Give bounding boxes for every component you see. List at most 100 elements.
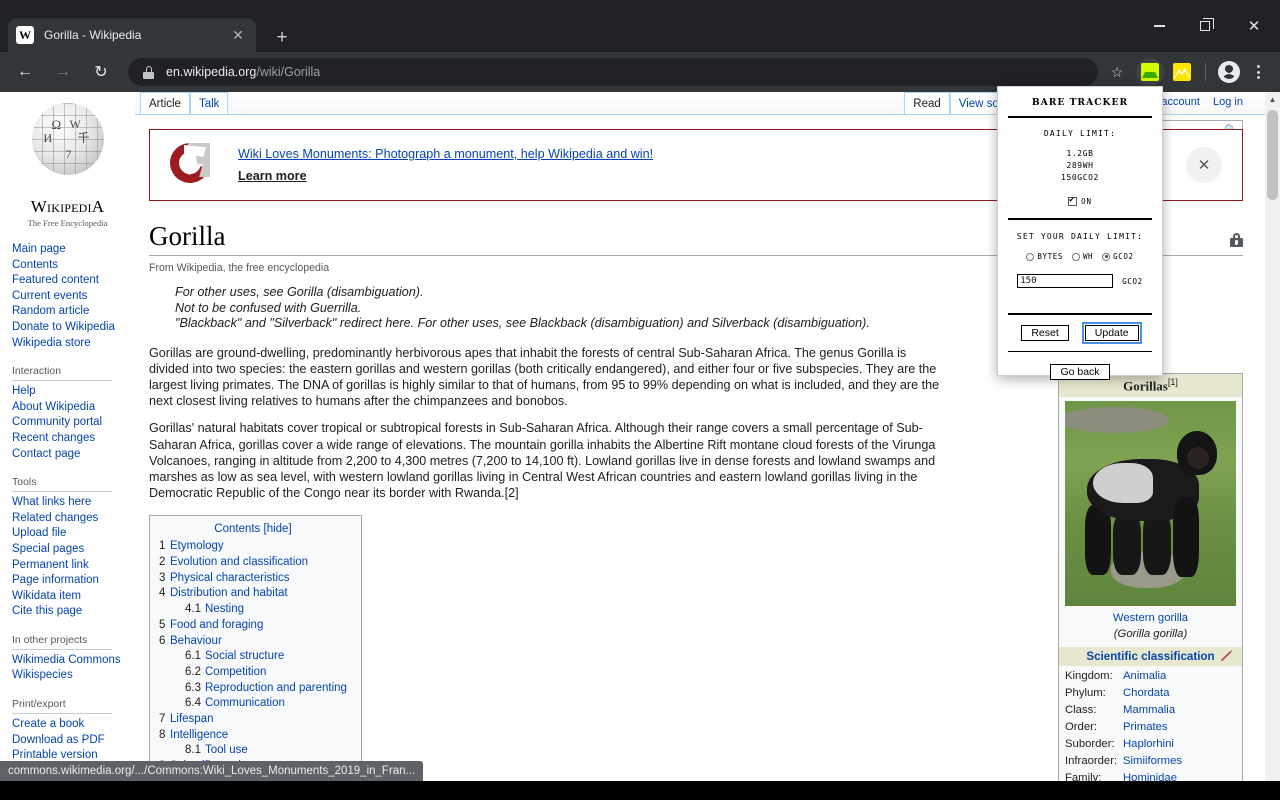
toc-link[interactable]: Reproduction and parenting	[205, 682, 347, 694]
sidebar-item-contents[interactable]: Contents	[12, 258, 135, 274]
toc-link[interactable]: Food and foraging	[170, 619, 263, 631]
toc-link[interactable]: Evolution and classification	[170, 556, 308, 568]
window-maximize-button[interactable]	[1182, 0, 1228, 52]
toc-item[interactable]: 8 Intelligence	[159, 728, 347, 744]
reset-button[interactable]: Reset	[1021, 324, 1069, 341]
toc-item[interactable]: 6.3 Reproduction and parenting	[159, 681, 347, 697]
taxon-link[interactable]: Haplorhini	[1123, 736, 1174, 753]
toc-item[interactable]: 6.4 Communication	[159, 696, 347, 712]
bare-tracker-extension-icon-2[interactable]	[1168, 58, 1196, 86]
sidebar-item-store[interactable]: Wikipedia store	[12, 336, 135, 352]
taxobox-title-ref[interactable]: [1]	[1168, 377, 1178, 387]
toc-item[interactable]: 2 Evolution and classification	[159, 555, 347, 571]
sidebar-item-random-article[interactable]: Random article	[12, 304, 135, 320]
toc-item[interactable]: 4.1 Nesting	[159, 602, 347, 618]
sidebar-item-current-events[interactable]: Current events	[12, 289, 135, 305]
toc-item[interactable]: 7 Lifespan	[159, 712, 347, 728]
toc-link[interactable]: Distribution and habitat	[170, 587, 288, 599]
sidebar-item-main-page[interactable]: Main page	[12, 242, 135, 258]
bare-tracker-extension-icon[interactable]	[1136, 58, 1164, 86]
radio-wh-dot[interactable]	[1071, 252, 1080, 261]
taxon-link[interactable]: Primates	[1123, 719, 1168, 736]
scrollbar-thumb[interactable]	[1267, 110, 1278, 200]
pencil-edit-icon[interactable]	[1220, 650, 1233, 662]
toc-link[interactable]: Behaviour	[170, 635, 222, 647]
sidebar-item-page-information[interactable]: Page information	[12, 573, 135, 589]
sidebar-item-download-as-pdf[interactable]: Download as PDF	[12, 733, 135, 749]
sidebar-item-cite-this-page[interactable]: Cite this page	[12, 604, 135, 620]
radio-wh[interactable]: WH	[1071, 252, 1093, 261]
tab-close-icon[interactable]: ✕	[228, 25, 248, 45]
sidebar-item-about[interactable]: About Wikipedia	[12, 400, 135, 416]
banner-learn-more-link[interactable]: Learn more	[238, 169, 653, 183]
toc-item[interactable]: 6 Behaviour	[159, 634, 347, 650]
new-tab-button[interactable]: +	[268, 24, 296, 52]
sidebar-item-upload-file[interactable]: Upload file	[12, 526, 135, 542]
sidebar-item-special-pages[interactable]: Special pages	[12, 542, 135, 558]
toc-link[interactable]: Etymology	[170, 540, 224, 552]
toc-link[interactable]: Physical characteristics	[170, 572, 290, 584]
back-arrow-icon[interactable]: ←	[9, 56, 41, 88]
sidebar-item-related-changes[interactable]: Related changes	[12, 511, 135, 527]
toc-item[interactable]: 1 Etymology	[159, 539, 347, 555]
taxon-link[interactable]: Simiiformes	[1123, 753, 1182, 770]
banner-headline-link[interactable]: Wiki Loves Monuments: Photograph a monum…	[238, 147, 653, 161]
page-protected-lock-icon[interactable]	[1230, 233, 1243, 247]
sidebar-item-wikidata-item[interactable]: Wikidata item	[12, 589, 135, 605]
update-button[interactable]: Update	[1081, 321, 1142, 344]
bookmark-star-icon[interactable]: ☆	[1104, 59, 1130, 85]
toc-link[interactable]: Social structure	[205, 650, 284, 662]
taxobox-caption[interactable]: Western gorilla	[1059, 612, 1242, 624]
taxobox-sci-header[interactable]: Scientific classification	[1059, 647, 1242, 667]
toc-link[interactable]: Lifespan	[170, 713, 213, 725]
taxon-link[interactable]: Chordata	[1123, 685, 1169, 702]
taxon-link[interactable]: Mammalia	[1123, 702, 1175, 719]
toc-item[interactable]: 8.1 Tool use	[159, 743, 347, 759]
radio-gco2-dot[interactable]	[1102, 252, 1111, 261]
wikipedia-globe-logo[interactable]: Ω W И 千 7	[18, 103, 118, 195]
toc-link[interactable]: Intelligence	[170, 729, 228, 741]
log-in-link[interactable]: Log in	[1213, 96, 1243, 108]
reload-icon[interactable]: ↻	[85, 56, 117, 88]
toc-item[interactable]: 6.2 Competition	[159, 665, 347, 681]
sidebar-item-permanent-link[interactable]: Permanent link	[12, 558, 135, 574]
taxon-link[interactable]: Animalia	[1123, 668, 1166, 685]
go-back-button[interactable]: Go back	[1050, 364, 1110, 380]
daily-limit-input[interactable]	[1017, 274, 1114, 288]
sidebar-item-featured-content[interactable]: Featured content	[12, 273, 135, 289]
banner-close-icon[interactable]: ✕	[1186, 147, 1222, 183]
tab-article[interactable]: Article	[140, 92, 190, 114]
sidebar-item-create-a-book[interactable]: Create a book	[12, 717, 135, 733]
address-bar[interactable]: en.wikipedia.org/wiki/Gorilla	[128, 58, 1098, 86]
sidebar-item-community-portal[interactable]: Community portal	[12, 415, 135, 431]
tab-talk[interactable]: Talk	[189, 92, 229, 114]
sidebar-item-help[interactable]: Help	[12, 384, 135, 400]
page-scrollbar[interactable]: ▲ ▼	[1265, 92, 1280, 800]
tab-read[interactable]: Read	[904, 92, 950, 114]
sidebar-item-wikimedia-commons[interactable]: Wikimedia Commons	[12, 653, 135, 669]
sidebar-item-wikispecies[interactable]: Wikispecies	[12, 668, 135, 684]
toc-link[interactable]: Tool use	[205, 744, 248, 756]
window-close-button[interactable]: ✕	[1228, 0, 1280, 52]
radio-bytes[interactable]: BYTES	[1026, 252, 1063, 261]
toc-item[interactable]: 3 Physical characteristics	[159, 571, 347, 587]
browser-tab[interactable]: W Gorilla - Wikipedia ✕	[8, 18, 256, 52]
sidebar-item-donate[interactable]: Donate to Wikipedia	[12, 320, 135, 336]
profile-avatar-icon[interactable]	[1218, 61, 1240, 83]
toc-item[interactable]: 4 Distribution and habitat	[159, 586, 347, 602]
sidebar-item-what-links-here[interactable]: What links here	[12, 495, 135, 511]
on-checkbox[interactable]	[1068, 195, 1078, 206]
sidebar-item-contact-page[interactable]: Contact page	[12, 447, 135, 463]
window-minimize-button[interactable]	[1136, 0, 1182, 52]
toc-hide-link[interactable]: [hide]	[264, 523, 292, 535]
tracker-on-toggle[interactable]: ON	[998, 195, 1162, 206]
forward-arrow-icon[interactable]: →	[47, 56, 79, 88]
kebab-menu-icon[interactable]	[1245, 59, 1271, 85]
scroll-up-arrow[interactable]: ▲	[1265, 92, 1280, 107]
toc-item[interactable]: 6.1 Social structure	[159, 649, 347, 665]
radio-bytes-dot[interactable]	[1026, 252, 1035, 261]
toc-link[interactable]: Competition	[205, 666, 266, 678]
toc-link[interactable]: Nesting	[205, 603, 244, 615]
toc-item[interactable]: 5 Food and foraging	[159, 618, 347, 634]
gorilla-photo[interactable]	[1065, 401, 1236, 607]
